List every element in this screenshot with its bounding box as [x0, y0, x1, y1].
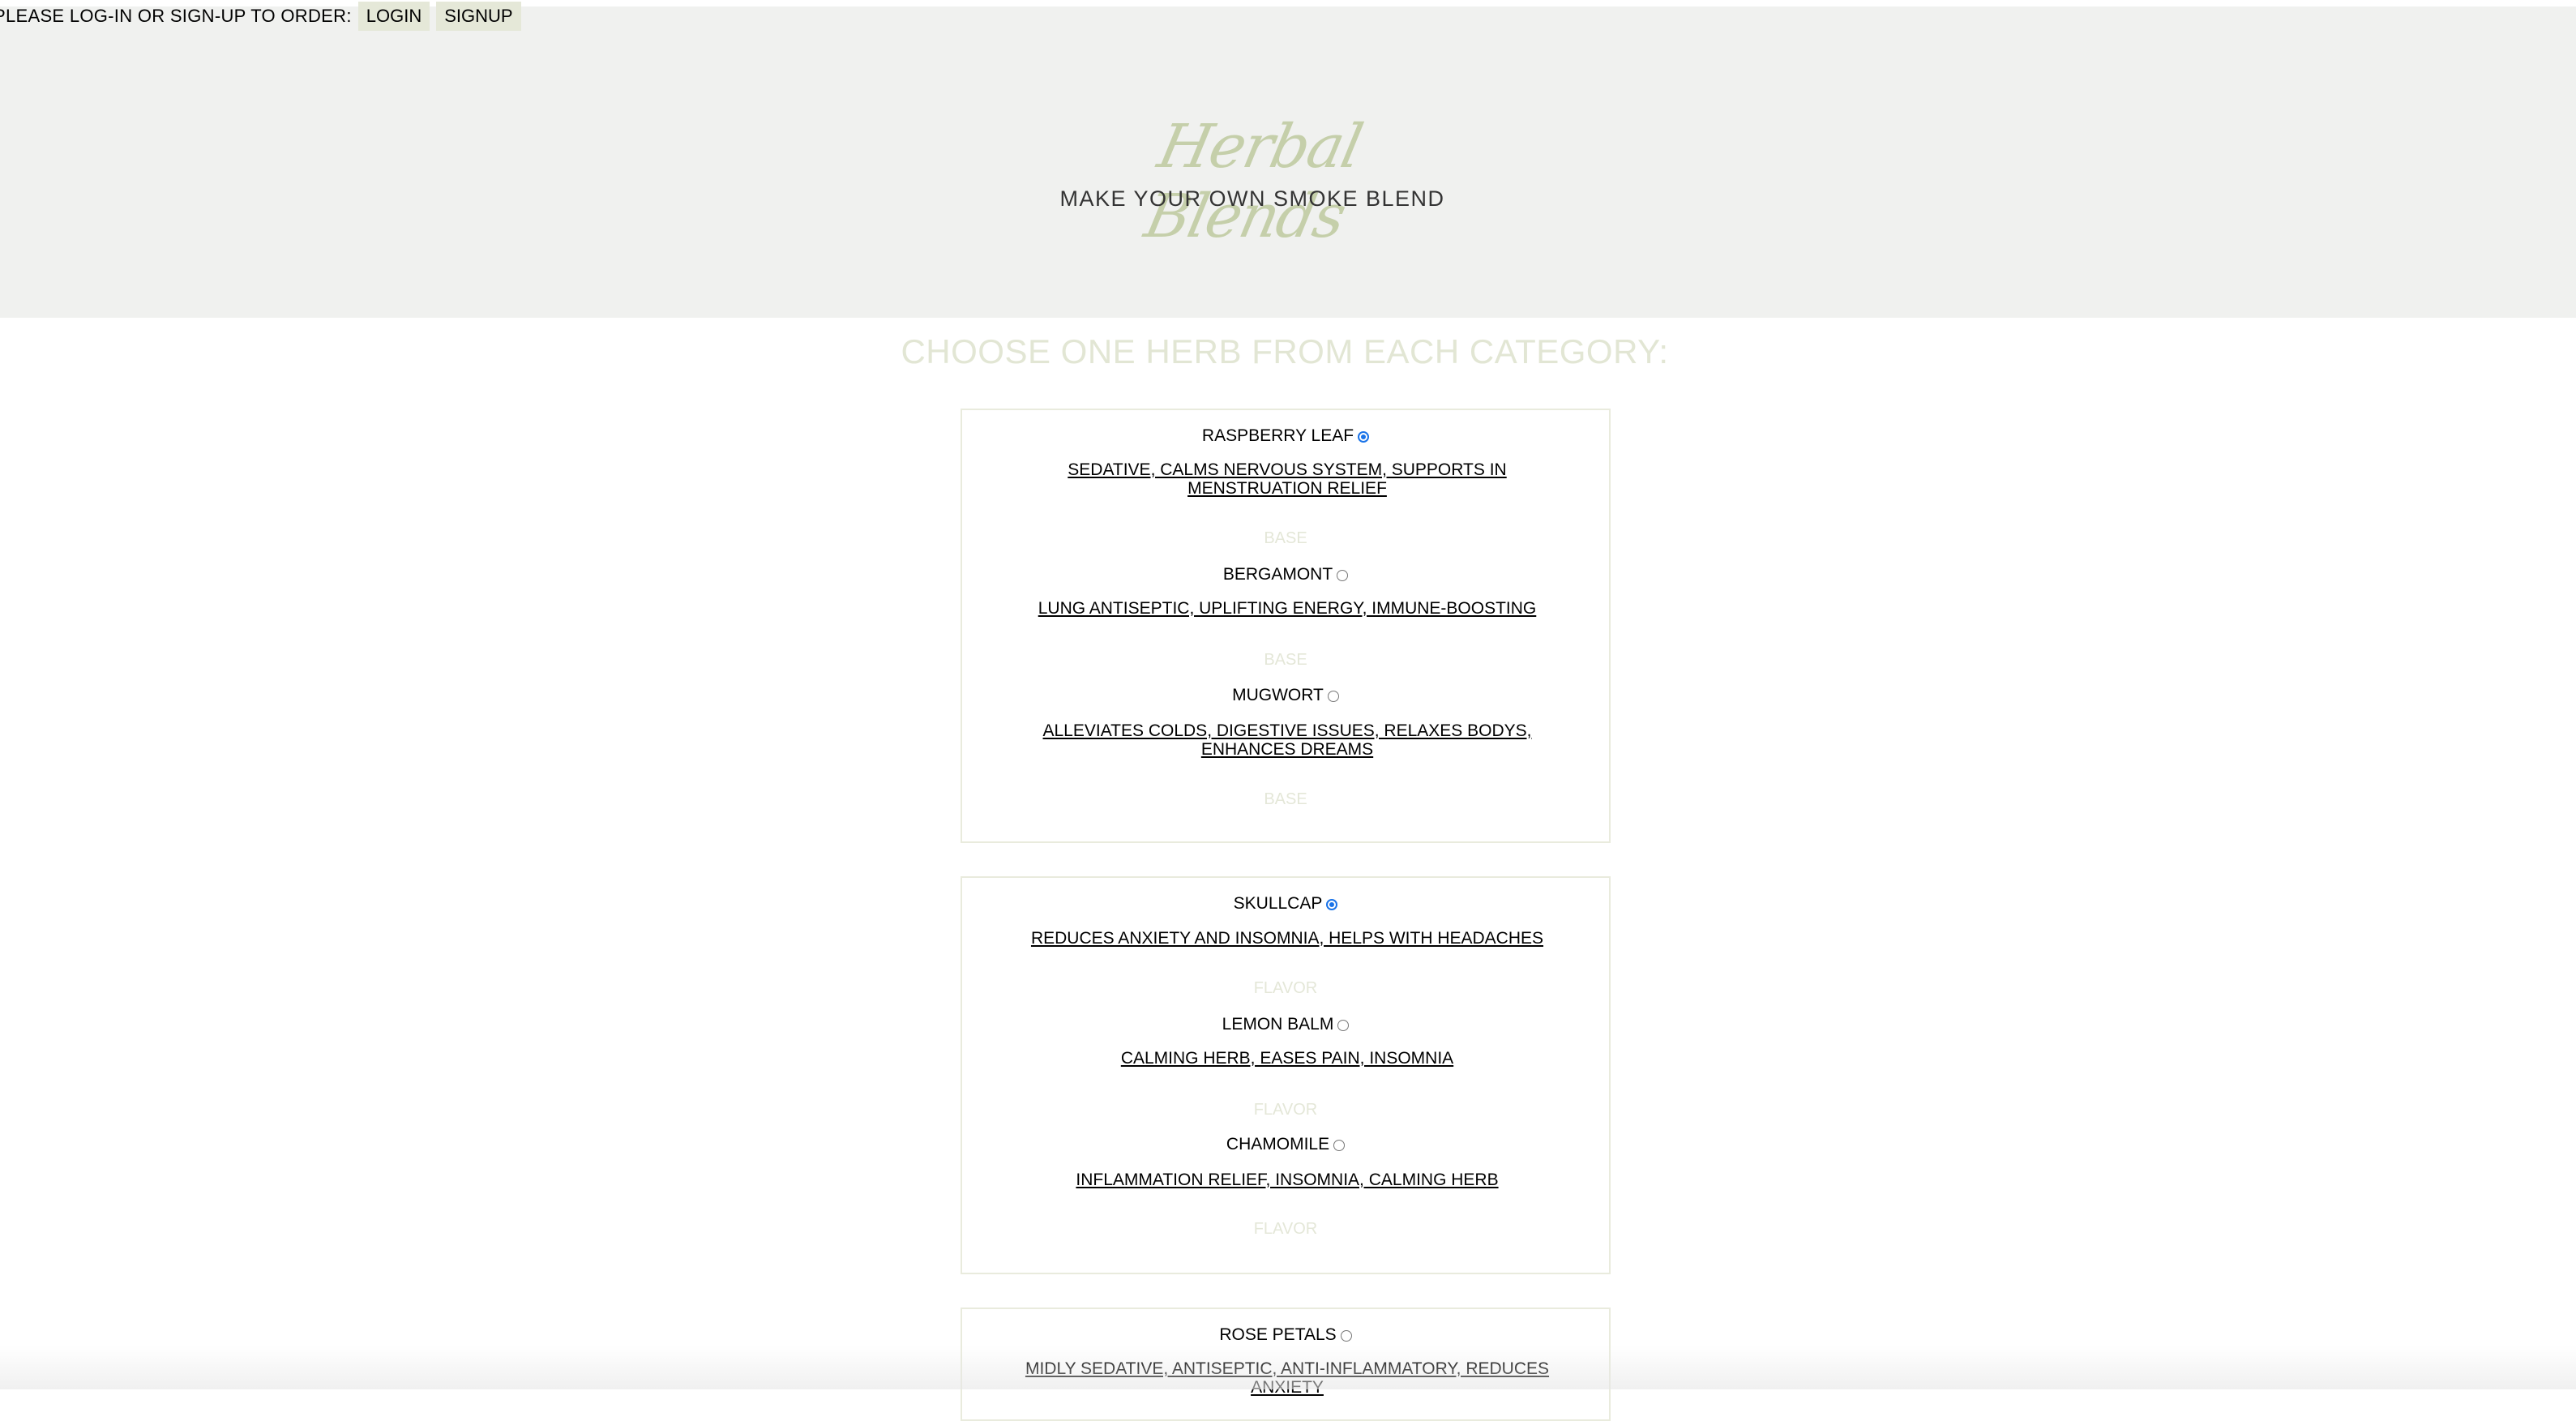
herb-category: BASE: [1264, 529, 1307, 547]
category-card-flavor: SKULLCAP REDUCES ANXIETY AND INSOMNIA, H…: [961, 876, 1611, 1274]
herb-name: BERGAMONT: [1222, 565, 1333, 584]
page-headline: CHOOSE ONE HERB FROM EACH CATEGORY:: [901, 332, 1669, 370]
signup-button[interactable]: SIGNUP: [436, 2, 521, 31]
herb-name: ROSE PETALS: [1219, 1325, 1337, 1344]
herb-description[interactable]: REDUCES ANXIETY AND INSOMNIA, HELPS WITH…: [1019, 929, 1555, 948]
herb-radio[interactable]: [1326, 899, 1338, 910]
herb-radio[interactable]: [1337, 570, 1349, 581]
herb-name: SKULLCAP: [1233, 894, 1323, 913]
auth-bar: PLEASE LOG-IN OR SIGN-UP TO ORDER: LOGIN…: [0, 0, 528, 32]
herb-description[interactable]: SEDATIVE, CALMS NERVOUS SYSTEM, SUPPORTS…: [1019, 460, 1555, 498]
herb-option-rose-petals[interactable]: ROSE PETALS: [962, 1325, 1609, 1345]
logo: Herbal Blends: [1139, 112, 1367, 251]
herb-description[interactable]: CALMING HERB, EASES PAIN, INSOMNIA: [1019, 1049, 1555, 1068]
herb-description[interactable]: ALLEVIATES COLDS, DIGESTIVE ISSUES, RELA…: [1019, 721, 1555, 759]
herb-category: BASE: [1264, 651, 1307, 669]
herb-option-lemon-balm[interactable]: LEMON BALM: [962, 1015, 1609, 1034]
herb-name: RASPBERRY LEAF: [1201, 426, 1354, 445]
herb-option-mugwort[interactable]: MUGWORT: [962, 686, 1609, 705]
login-button[interactable]: LOGIN: [357, 2, 430, 31]
hero-banner: Herbal Blends MAKE YOUR OWN SMOKE BLEND: [0, 6, 2576, 318]
herb-name: CHAMOMILE: [1226, 1135, 1330, 1153]
herb-radio[interactable]: [1337, 1020, 1350, 1031]
herb-description[interactable]: LUNG ANTISEPTIC, UPLIFTING ENERGY, IMMUN…: [1019, 599, 1555, 618]
herb-description[interactable]: INFLAMMATION RELIEF, INSOMNIA, CALMING H…: [1019, 1171, 1555, 1189]
herb-radio[interactable]: [1327, 691, 1339, 702]
herb-category: FLAVOR: [1253, 979, 1318, 997]
herb-radio[interactable]: [1358, 431, 1370, 443]
tagline: MAKE YOUR OWN SMOKE BLEND: [1059, 186, 1445, 211]
herb-name: LEMON BALM: [1222, 1015, 1334, 1034]
auth-prompt: PLEASE LOG-IN OR SIGN-UP TO ORDER:: [0, 6, 352, 26]
herb-category: FLAVOR: [1253, 1101, 1318, 1119]
herb-option-raspberry-leaf[interactable]: RASPBERRY LEAF: [962, 426, 1609, 446]
herb-option-bergamont[interactable]: BERGAMONT: [962, 565, 1609, 584]
herb-option-chamomile[interactable]: CHAMOMILE: [962, 1135, 1609, 1154]
herb-name: MUGWORT: [1232, 686, 1324, 704]
herb-description[interactable]: MIDLY SEDATIVE, ANTISEPTIC, ANTI-INFLAMM…: [995, 1359, 1580, 1397]
category-card-3: ROSE PETALS MIDLY SEDATIVE, ANTISEPTIC, …: [961, 1308, 1611, 1421]
category-card-base: RASPBERRY LEAF SEDATIVE, CALMS NERVOUS S…: [961, 409, 1611, 843]
herb-radio[interactable]: [1333, 1140, 1346, 1151]
herb-radio[interactable]: [1340, 1330, 1352, 1342]
herb-option-skullcap[interactable]: SKULLCAP: [962, 894, 1609, 914]
herb-category: FLAVOR: [1253, 1220, 1318, 1238]
herb-category: BASE: [1264, 790, 1307, 808]
